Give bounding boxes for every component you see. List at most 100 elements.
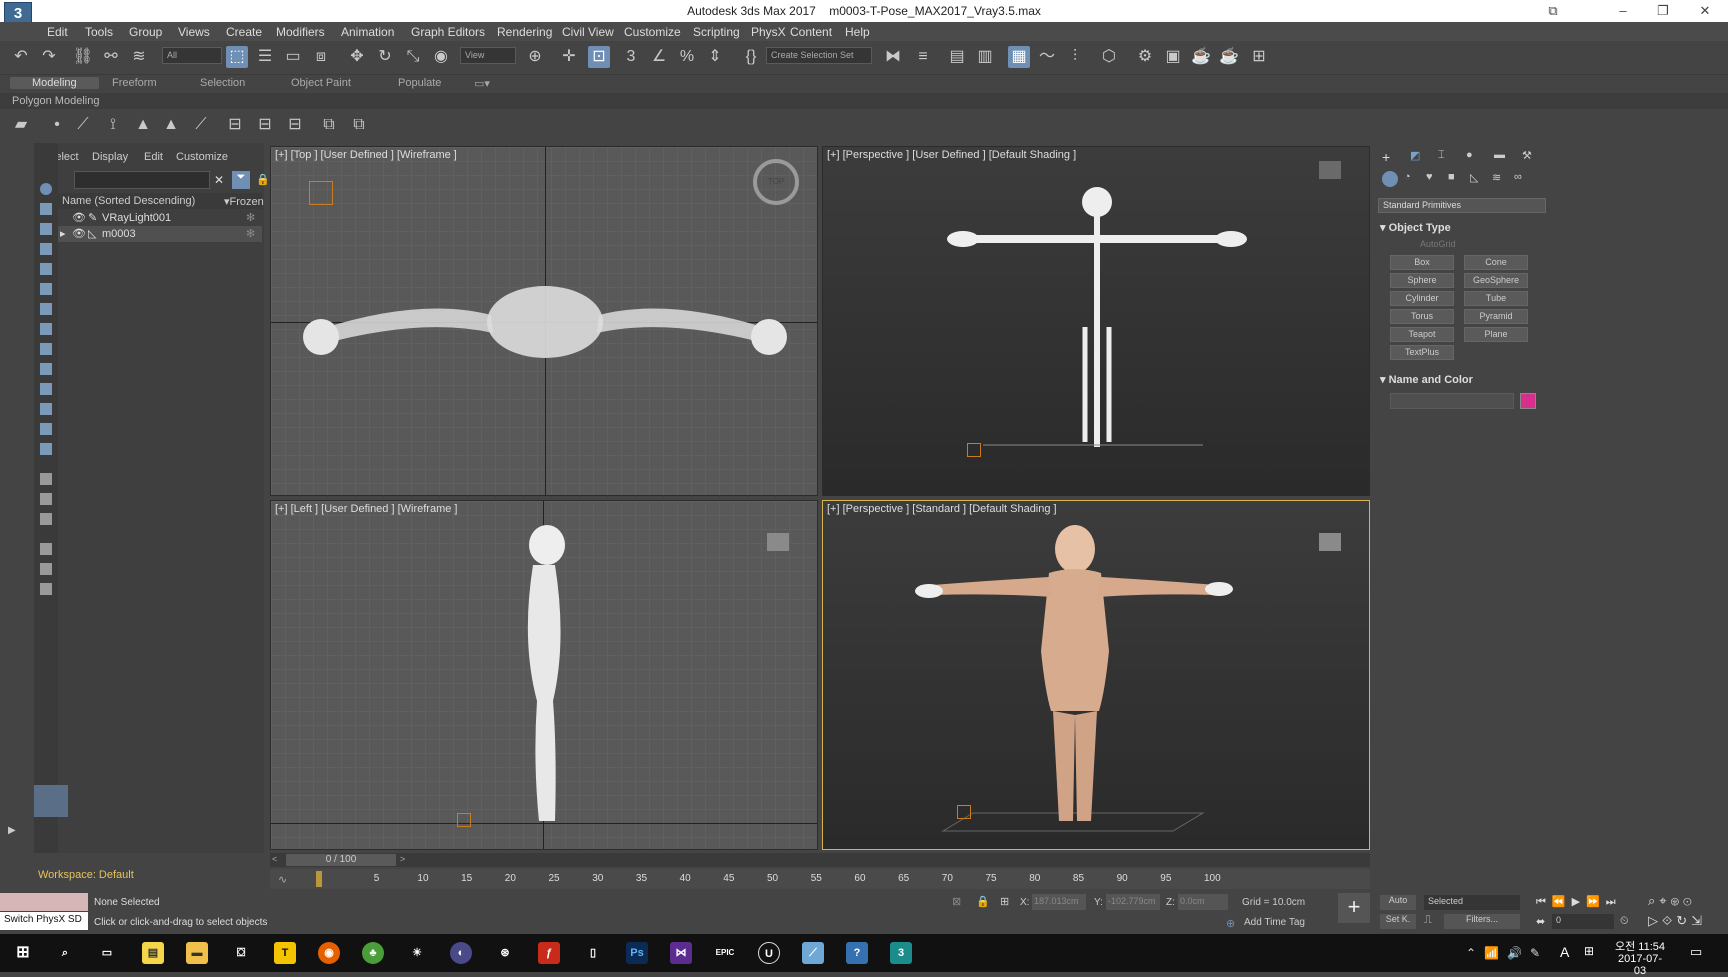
display-hidden-icon[interactable] <box>40 423 52 435</box>
notifications-icon[interactable]: ▭ <box>1690 944 1702 960</box>
display-all-icon[interactable] <box>40 443 52 455</box>
rendered-frame-icon[interactable]: ▣ <box>1162 46 1184 68</box>
material-editor-icon[interactable]: ⬡ <box>1098 46 1120 68</box>
redo-icon[interactable]: ↷ <box>38 46 60 68</box>
menu-scripting[interactable]: Scripting <box>693 25 740 39</box>
light-gizmo[interactable] <box>967 443 981 457</box>
viewport-label[interactable]: [+] [Left ] [User Defined ] [Wireframe ] <box>275 503 457 515</box>
key-filter-dropdown[interactable]: Selected <box>1424 895 1520 910</box>
set-key-button[interactable]: Set K. <box>1380 914 1416 929</box>
edge-icon[interactable]: ⟋ <box>72 114 94 136</box>
display-spacewarps-icon[interactable] <box>40 303 52 315</box>
freeze-icon[interactable]: ✻ <box>246 211 255 224</box>
name-column-header[interactable]: Name (Sorted Descending) <box>62 195 195 207</box>
viewport-perspective-1[interactable]: [+] [Perspective ] [User Defined ] [Defa… <box>822 146 1370 496</box>
explorer-tab-customize[interactable]: Customize <box>176 151 228 163</box>
maxscript-input[interactable]: Switch PhysX SD <box>0 912 88 930</box>
green-app-icon[interactable]: ♣ <box>362 942 384 964</box>
mirror-icon[interactable]: ⧓ <box>882 46 904 68</box>
selection-lock-icon[interactable]: 🔒 <box>976 895 990 908</box>
element-icon[interactable]: ▲ <box>160 114 182 136</box>
filter-funnel-icon[interactable] <box>40 563 52 575</box>
display-cameras-icon[interactable] <box>40 263 52 275</box>
kakaotalk-icon[interactable]: T <box>274 942 296 964</box>
ime-indicator[interactable]: A <box>1560 944 1569 960</box>
constraint-edge-icon[interactable]: ⊟ <box>254 114 276 136</box>
menu-civil-view[interactable]: Civil View <box>562 25 614 39</box>
key-mode-icon[interactable]: ⎍ <box>1424 914 1432 927</box>
prev-frame-icon[interactable]: < <box>272 854 277 864</box>
filter-icon[interactable]: ⏷ <box>232 171 250 189</box>
viewport-label[interactable]: [+] [Perspective ] [User Defined ] [Defa… <box>827 149 1076 161</box>
hierarchy-tab-icon[interactable]: ⌶ <box>1438 149 1445 162</box>
absolute-mode-icon[interactable]: ⊞ <box>1000 895 1009 908</box>
pivot-center-icon[interactable]: ⊕ <box>524 46 546 68</box>
keyboard-shortcut-override-icon[interactable]: ⊡ <box>588 46 610 68</box>
time-config-icon[interactable]: ⏲ <box>1620 915 1629 928</box>
viewport-top[interactable]: TOP [+] [Top ] [User Defined ] [Wirefram… <box>270 146 818 496</box>
lights-category-icon[interactable]: ♥ <box>1426 171 1433 183</box>
window-crossing-icon[interactable]: ⧈ <box>310 46 332 68</box>
viewport-perspective-2[interactable]: [+] [Perspective ] [Standard ] [Default … <box>822 500 1370 850</box>
menu-modifiers[interactable]: Modifiers <box>276 25 325 39</box>
named-selection-dropdown[interactable]: Create Selection Set <box>766 47 872 64</box>
list-item[interactable]: ▸ 👁 ◺ m0003 ✻ <box>58 226 262 242</box>
vertex-icon[interactable]: • <box>46 114 68 136</box>
polygon-icon[interactable]: ▲ <box>132 114 154 136</box>
tablet-icon[interactable]: ▯ <box>582 942 604 964</box>
visibility-eye-icon[interactable]: 👁 <box>72 211 86 224</box>
steam-icon[interactable]: ⊛ <box>494 942 516 964</box>
lock-icon[interactable]: 🔒 <box>256 173 270 186</box>
epic-games-icon[interactable]: EPIC <box>714 942 736 964</box>
plane-button[interactable]: Plane <box>1464 327 1528 342</box>
display-containers-icon[interactable] <box>40 383 52 395</box>
torus-button[interactable]: Torus <box>1390 309 1454 324</box>
quick-slice-icon[interactable]: ⧉ <box>318 114 340 136</box>
visual-studio-icon[interactable]: ⋈ <box>670 942 692 964</box>
edit-named-selection-icon[interactable]: {} <box>740 46 762 68</box>
photoshop-icon[interactable]: Ps <box>626 942 648 964</box>
display-bones-icon[interactable] <box>40 363 52 375</box>
viewcube-top[interactable]: TOP <box>753 159 799 205</box>
name-color-rollout[interactable]: ▾ Name and Color <box>1380 373 1544 389</box>
explorer-search-input[interactable] <box>74 171 210 189</box>
tab-modeling[interactable]: Modeling <box>10 77 99 89</box>
ribbon-options-icon[interactable]: ▭▾ <box>474 77 490 90</box>
textplus-button[interactable]: TextPlus <box>1390 345 1454 360</box>
select-by-name-icon[interactable]: ☰ <box>254 46 276 68</box>
viewport-left[interactable]: [+] [Left ] [User Defined ] [Wireframe ] <box>270 500 818 850</box>
sync-selection-icon[interactable] <box>40 543 52 555</box>
autogrid-checkbox[interactable]: AutoGrid <box>1420 239 1456 249</box>
clear-search-icon[interactable]: ✕ <box>214 173 224 187</box>
menu-views[interactable]: Views <box>178 25 210 39</box>
geometry-category-icon[interactable] <box>1382 171 1398 187</box>
move-icon[interactable]: ✥ <box>346 46 368 68</box>
teapot-button[interactable]: Teapot <box>1390 327 1454 342</box>
link-icon[interactable]: ⛓ <box>72 46 94 68</box>
select-object-icon[interactable]: ⬚ <box>226 46 248 68</box>
expand-icon[interactable]: ▶ <box>8 825 24 841</box>
explorer-tab-display[interactable]: Display <box>92 151 128 163</box>
menu-create[interactable]: Create <box>226 25 262 39</box>
time-slider-track[interactable]: 0 / 100 < > <box>270 853 1370 867</box>
tab-object-paint[interactable]: Object Paint <box>291 77 351 89</box>
system-tray-icons[interactable]: ⌃📶🔊✎ <box>1466 946 1548 960</box>
scale-icon[interactable]: ⤡ <box>402 46 424 68</box>
visibility-eye-icon[interactable]: 👁 <box>72 227 86 240</box>
ime-mode-icon[interactable]: ⊞ <box>1584 944 1594 958</box>
maxscript-listener[interactable] <box>0 893 88 911</box>
object-type-rollout[interactable]: ▾ Object Type <box>1380 221 1544 237</box>
clock-time[interactable]: 오전 11:54 <box>1612 938 1668 954</box>
z-coord-field[interactable]: 0.0cm <box>1178 894 1228 910</box>
display-none-icon[interactable] <box>40 183 52 195</box>
light-gizmo[interactable] <box>957 805 971 819</box>
viewcube[interactable] <box>1319 161 1341 179</box>
constraint-none-icon[interactable]: ⊟ <box>224 114 246 136</box>
viewport-layouts-icon[interactable] <box>34 785 68 817</box>
select-manipulate-icon[interactable]: ✛ <box>558 46 580 68</box>
sphere-button[interactable]: Sphere <box>1390 273 1454 288</box>
align-icon[interactable]: ≡ <box>912 46 934 68</box>
display-geometry-icon[interactable] <box>40 203 52 215</box>
angle-snap-icon[interactable]: ∠ <box>648 46 670 68</box>
quick-loop-icon[interactable]: ⧉ <box>348 114 370 136</box>
